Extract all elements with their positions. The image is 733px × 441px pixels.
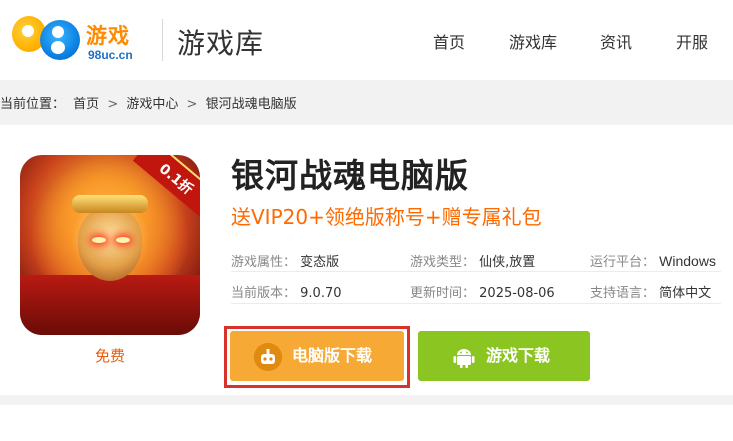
breadcrumb-game-center[interactable]: 游戏中心 (126, 97, 178, 112)
price-label: 免费 (95, 347, 126, 365)
nav-game-library[interactable]: 游戏库 (509, 29, 557, 53)
breadcrumb: 当前位置： 首页 > 游戏中心 > 银河战魂电脑版 (0, 93, 301, 112)
content-strip (0, 405, 733, 441)
game-download-button[interactable]: 游戏下载 (418, 331, 590, 381)
logo-eight-icon (40, 20, 80, 60)
promo-text: 送VIP20+领绝版称号+赠专属礼包 (231, 205, 542, 229)
game-icon: 0.1折 (20, 155, 200, 335)
site-title[interactable]: 游戏库 (177, 22, 264, 62)
site-header: 游戏 98uc.cn 游戏库 首页 游戏库 资讯 开服 (0, 0, 733, 80)
breadcrumb-prefix: 当前位置： (0, 97, 66, 112)
breadcrumb-separator: > (186, 97, 198, 112)
header-divider (162, 19, 163, 61)
game-download-label: 游戏下载 (486, 346, 551, 365)
nav-news[interactable]: 资讯 (600, 29, 632, 53)
site-logo[interactable]: 游戏 98uc.cn (10, 10, 150, 70)
nav-server-open[interactable]: 开服 (676, 29, 708, 53)
highlight-box (224, 326, 410, 388)
attr-version: 当前版本： 9.0.70 (231, 286, 342, 301)
breadcrumb-current: 银河战魂电脑版 (205, 97, 297, 112)
breadcrumb-home[interactable]: 首页 (73, 97, 99, 112)
logo-domain: 98uc.cn (88, 48, 133, 62)
logo-text: 游戏 (86, 24, 130, 48)
attr-update-time: 更新时间： 2025-08-06 (410, 286, 555, 301)
info-divider (231, 271, 721, 272)
attr-game-type: 游戏类型： 仙侠,放置 (410, 255, 536, 270)
info-divider (231, 303, 721, 304)
attr-platform: 运行平台： Windows (590, 253, 716, 270)
nav-home[interactable]: 首页 (433, 29, 465, 53)
breadcrumb-separator: > (107, 97, 119, 112)
attr-game-property: 游戏属性： 变态版 (231, 255, 340, 270)
attr-language: 支持语言： 简体中文 (590, 286, 712, 301)
android-icon (450, 343, 478, 371)
game-title: 银河战魂电脑版 (231, 156, 469, 195)
